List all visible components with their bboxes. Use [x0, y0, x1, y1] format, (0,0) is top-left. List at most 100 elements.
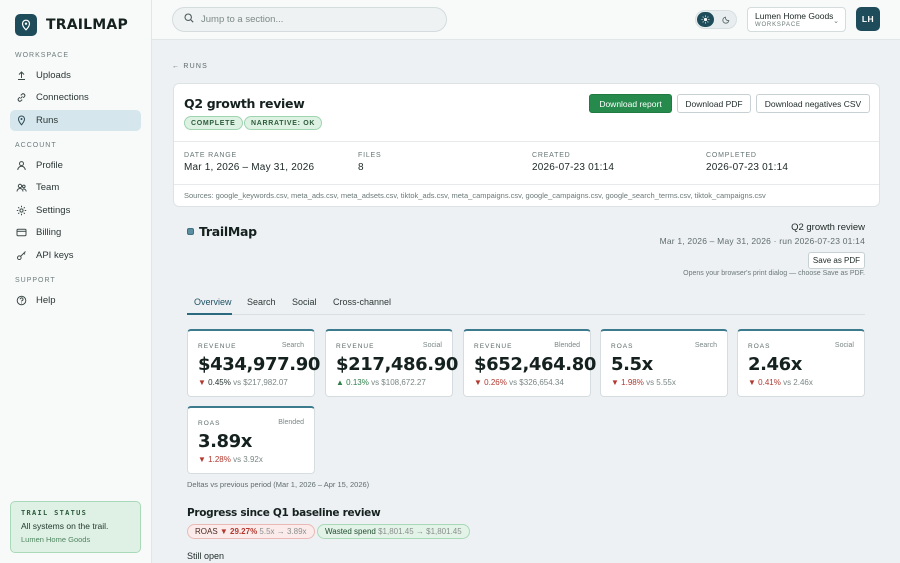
- workspace-switcher[interactable]: Lumen Home Goods WORKSPACE ⌄: [747, 7, 846, 32]
- sidebar-item-label: API keys: [36, 250, 74, 261]
- download-pdf-button[interactable]: Download PDF: [677, 94, 751, 113]
- sidebar-item-label: Runs: [36, 115, 59, 126]
- kpi-delta-arrow: ▼: [474, 378, 482, 387]
- user-icon: [16, 160, 27, 171]
- sidebar-section-account: ACCOUNT: [15, 142, 57, 149]
- report-brand: TrailMap: [187, 224, 257, 239]
- meta-created: CREATED 2026-07-23 01:14: [532, 152, 614, 173]
- kpi-delta-arrow: ▲: [336, 378, 344, 387]
- meta-value: 2026-07-23 01:14: [706, 162, 789, 173]
- kpi-delta: ▼ 0.26% vs $326,654.34: [474, 378, 564, 387]
- kpi-channel: Search: [281, 342, 304, 349]
- sidebar-item-settings[interactable]: Settings: [10, 200, 141, 221]
- kpi-value: $434,977.90: [198, 354, 320, 375]
- kpi-card-revenue-social: REVENUE Social $217,486.90 ▲ 0.13% vs $1…: [325, 329, 458, 397]
- theme-toggle[interactable]: [695, 10, 737, 29]
- progress-chip-wasted-spend: Wasted spend $1,801.45 → $1,801.45: [317, 524, 470, 539]
- sidebar-item-billing[interactable]: Billing: [10, 222, 141, 243]
- sidebar-item-label: Billing: [36, 227, 62, 238]
- tab-search[interactable]: Search: [247, 297, 276, 315]
- help-icon: [16, 295, 27, 306]
- meta-value: Mar 1, 2026 – May 31, 2026: [184, 162, 315, 173]
- card-icon: [16, 227, 27, 238]
- tab-social[interactable]: Social: [292, 297, 317, 315]
- report-title: Q2 growth review: [791, 222, 865, 233]
- brand-dot-icon: [187, 228, 194, 235]
- map-pin-logo-icon: [15, 14, 37, 36]
- sidebar-item-api-keys[interactable]: API keys: [10, 245, 141, 266]
- progress-title: Progress since Q1 baseline review: [187, 507, 381, 519]
- still-open-heading: Still open: [187, 551, 225, 561]
- kpi-delta-arrow: ▼: [611, 378, 619, 387]
- kpi-delta-arrow: ▼: [198, 378, 206, 387]
- search-input[interactable]: [201, 14, 421, 25]
- print-note: Opens your browser's print dialog — choo…: [683, 270, 865, 277]
- sidebar-item-connections[interactable]: Connections: [10, 87, 141, 108]
- sidebar-item-profile[interactable]: Profile: [10, 155, 141, 176]
- kpi-label: ROAS: [748, 343, 771, 350]
- kpi-label: REVENUE: [474, 343, 513, 350]
- meta-completed: COMPLETED 2026-07-23 01:14: [706, 152, 788, 173]
- kpi-delta: ▼ 1.28% vs 3.92x: [198, 455, 263, 464]
- sidebar-item-runs[interactable]: Runs: [10, 110, 141, 131]
- tab-cross-channel[interactable]: Cross-channel: [333, 297, 391, 315]
- chip-change: $1,801.45 → $1,801.45: [378, 527, 462, 536]
- delta-note: Deltas vs previous period (Mar 1, 2026 –…: [187, 480, 370, 489]
- sidebar-item-team[interactable]: Team: [10, 177, 141, 198]
- kpi-channel: Search: [694, 342, 717, 349]
- kpi-label: REVENUE: [336, 343, 375, 350]
- kpi-delta-vs: vs $326,654.34: [509, 378, 564, 387]
- pin-icon: [16, 115, 27, 126]
- meta-label: COMPLETED: [706, 152, 757, 159]
- sidebar-item-label: Profile: [36, 160, 63, 171]
- sidebar-item-label: Help: [36, 295, 56, 306]
- divider: [174, 184, 879, 185]
- kpi-channel: Social: [834, 342, 854, 349]
- workspace-name: Lumen Home Goods: [755, 11, 834, 21]
- sidebar: TRAILMAP WORKSPACE Uploads Connections R…: [0, 0, 152, 563]
- download-report-button[interactable]: Download report: [589, 94, 672, 113]
- team-icon: [16, 182, 27, 193]
- trail-status-message: All systems on the trail.: [21, 521, 109, 531]
- meta-label: FILES: [358, 152, 382, 159]
- kpi-channel: Blended: [278, 419, 304, 426]
- sun-icon[interactable]: [697, 12, 714, 27]
- kpi-delta-pct: 0.26%: [484, 378, 507, 387]
- kpi-delta-vs: vs 2.46x: [783, 378, 813, 387]
- search-box[interactable]: [172, 7, 447, 32]
- back-to-runs-link[interactable]: ← RUNS: [172, 63, 208, 70]
- meta-value: 8: [358, 162, 364, 173]
- kpi-card-roas-social: ROAS Social 2.46x ▼ 0.41% vs 2.46x: [737, 329, 865, 397]
- kpi-channel: Social: [422, 342, 442, 349]
- kpi-value: 5.5x: [611, 354, 653, 375]
- download-negatives-csv-button[interactable]: Download negatives CSV: [756, 94, 870, 113]
- sidebar-item-uploads[interactable]: Uploads: [10, 65, 141, 86]
- report-subtitle: Mar 1, 2026 – May 31, 2026 · run 2026-07…: [659, 236, 865, 246]
- kpi-delta-pct: 1.28%: [208, 455, 231, 464]
- meta-label: DATE RANGE: [184, 152, 237, 159]
- chip-label: ROAS: [195, 527, 218, 536]
- status-badge-complete: COMPLETE: [184, 116, 243, 130]
- sidebar-section-support: SUPPORT: [15, 277, 56, 284]
- divider: [174, 141, 879, 142]
- sidebar-section-workspace: WORKSPACE: [15, 52, 69, 59]
- brand-name: TRAILMAP: [46, 17, 128, 33]
- workspace-label: WORKSPACE: [755, 22, 801, 28]
- kpi-delta-pct: 0.45%: [208, 378, 231, 387]
- chip-label: Wasted spend: [325, 527, 376, 536]
- kpi-delta-arrow: ▼: [198, 455, 206, 464]
- chevron-down-icon: ⌄: [833, 18, 839, 25]
- kpi-delta-vs: vs 3.92x: [233, 455, 263, 464]
- brand[interactable]: TRAILMAP: [15, 14, 128, 36]
- sidebar-item-help[interactable]: Help: [10, 290, 141, 311]
- search-icon: [184, 13, 194, 26]
- avatar[interactable]: LH: [856, 7, 880, 31]
- kpi-delta: ▼ 0.41% vs 2.46x: [748, 378, 813, 387]
- trail-status-panel: TRAIL STATUS All systems on the trail. L…: [10, 501, 141, 553]
- progress-chip-roas: ROAS ▼ 29.27% 5.5x → 3.89x: [187, 524, 315, 539]
- meta-label: CREATED: [532, 152, 571, 159]
- save-as-pdf-button[interactable]: Save as PDF: [808, 252, 865, 269]
- kpi-card-revenue-search: REVENUE Search $434,977.90 ▼ 0.45% vs $2…: [187, 329, 320, 397]
- moon-icon[interactable]: [718, 12, 735, 27]
- tab-overview[interactable]: Overview: [187, 297, 232, 315]
